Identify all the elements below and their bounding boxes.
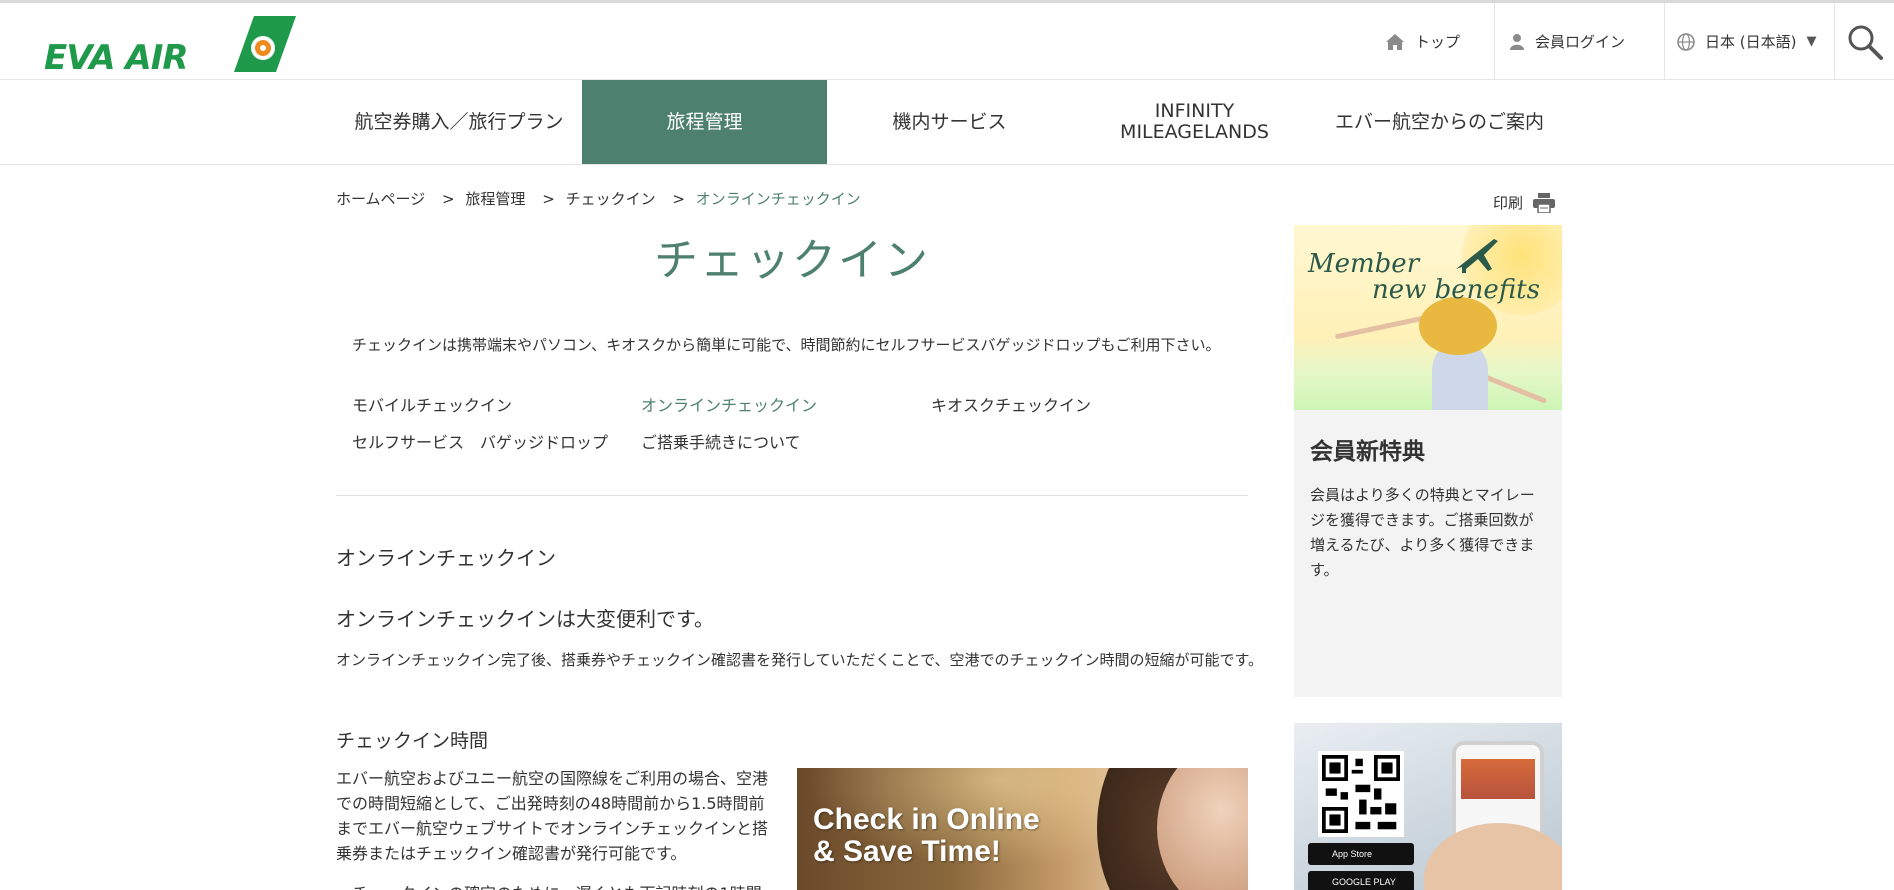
home-link-label: トップ: [1415, 33, 1461, 51]
banner-text: Check in Online & Save Time!: [813, 804, 1040, 868]
nav-item-manage-trip[interactable]: 旅程管理: [582, 80, 827, 164]
language-label: 日本 (日本語): [1705, 33, 1797, 51]
nav-item-infinity-mileagelands[interactable]: INFINITY MILEAGELANDS: [1072, 80, 1317, 164]
nav-item-infinity-line2: MILEAGELANDS: [1120, 121, 1269, 143]
phone-screen: [1461, 759, 1535, 799]
breadcrumb-manage-trip[interactable]: 旅程管理: [465, 190, 525, 208]
checkin-time-heading: チェックイン時間: [336, 730, 489, 752]
app-store-badge[interactable]: App Store: [1308, 843, 1414, 865]
search-icon: [1848, 25, 1883, 60]
page-title: チェックイン: [654, 235, 930, 286]
member-benefits-script: Member new benefits: [1308, 251, 1540, 303]
sublink-mobile-checkin[interactable]: モバイルチェックイン: [352, 392, 512, 416]
mobile-app-promo[interactable]: App Store GOOGLE PLAY: [1294, 723, 1562, 890]
card-title: 会員新特典: [1310, 439, 1425, 465]
breadcrumb-current: オンラインチェックイン: [695, 190, 861, 208]
home-link[interactable]: トップ: [1365, 3, 1494, 80]
language-selector[interactable]: 日本 (日本語) ▼: [1664, 3, 1834, 80]
app-store-label: App Store: [1332, 849, 1373, 859]
caret-down-icon: ▼: [1806, 34, 1817, 49]
banner-line1: Check in Online: [813, 803, 1040, 836]
member-benefits-image: Member new benefits: [1294, 225, 1562, 410]
breadcrumb-checkin[interactable]: チェックイン: [566, 190, 656, 208]
breadcrumb-home[interactable]: ホームページ: [336, 190, 425, 208]
script-line2: new benefits: [1372, 275, 1540, 305]
qr-code-icon: [1318, 751, 1404, 837]
search-button[interactable]: [1834, 3, 1894, 80]
user-icon: [1510, 33, 1524, 50]
lead-heading: オンラインチェックインは大変便利です。: [336, 607, 714, 631]
sublink-boarding-procedures[interactable]: ご搭乗手続きについて: [641, 429, 801, 453]
google-play-badge[interactable]: GOOGLE PLAY: [1308, 871, 1414, 890]
member-benefits-card[interactable]: Member new benefits 会員新特典 会員はより多くの特典とマイレ…: [1294, 225, 1562, 697]
eva-air-logo[interactable]: EVA AIR: [44, 16, 296, 78]
breadcrumb-separator: >: [672, 190, 685, 208]
breadcrumb: ホームページ > 旅程管理 > チェックイン > オンラインチェックイン: [336, 188, 861, 209]
breadcrumb-separator: >: [442, 190, 455, 208]
nav-item-about[interactable]: エバー航空からのご案内: [1317, 80, 1562, 164]
intro-text: チェックインは携帯端末やパソコン、キオスクから簡単に可能で、時間節約にセルフサー…: [352, 336, 1221, 354]
site-header: EVA AIR トップ 会員ログイン 日本 (日本語) ▼: [0, 3, 1894, 80]
sublink-online-checkin[interactable]: オンラインチェックイン: [641, 392, 817, 416]
nav-item-booking[interactable]: 航空券購入／旅行プラン: [336, 80, 582, 164]
checkin-online-banner[interactable]: Check in Online & Save Time!: [797, 768, 1248, 890]
logo-emblem-icon: [234, 16, 296, 72]
sublink-baggage-drop[interactable]: セルフサービス バゲッジドロップ: [352, 429, 608, 453]
checkin-time-note: ・チェックインの確定のために、遅くとも下記時刻の1時間前: [336, 880, 776, 890]
section-divider: [336, 495, 1248, 496]
printer-icon: [1533, 192, 1556, 213]
main-nav: 航空券購入／旅行プラン 旅程管理 機内サービス INFINITY MILEAGE…: [0, 80, 1894, 165]
sublink-kiosk-checkin[interactable]: キオスクチェックイン: [931, 392, 1091, 416]
section-title: オンラインチェックイン: [336, 546, 556, 570]
logo-wordmark: EVA AIR: [44, 38, 189, 78]
member-login-label: 会員ログイン: [1535, 33, 1626, 51]
nav-item-inflight[interactable]: 機内サービス: [827, 80, 1072, 164]
home-icon: [1386, 33, 1404, 50]
globe-icon: [1677, 32, 1695, 51]
lead-text: オンラインチェックイン完了後、搭乗券やチェックイン確認書を発行していただくことで…: [336, 651, 1264, 669]
nav-item-infinity-line1: INFINITY: [1154, 100, 1235, 123]
banner-face: [1157, 768, 1248, 890]
sun-hat: [1419, 297, 1497, 355]
card-text: 会員はより多くの特典とマイレージを獲得できます。ご搭乗回数が増えるたび、より多く…: [1310, 486, 1535, 579]
print-button[interactable]: 印刷: [1493, 192, 1556, 213]
google-play-label: GOOGLE PLAY: [1332, 877, 1396, 887]
hand-holding-phone: [1424, 823, 1562, 890]
breadcrumb-separator: >: [542, 190, 555, 208]
checkin-time-text: エバー航空およびユニー航空の国際線をご利用の場合、空港での時間短縮として、ご出発…: [336, 769, 769, 863]
print-label: 印刷: [1493, 194, 1524, 212]
banner-line2: & Save Time!: [813, 835, 1001, 868]
member-login-link[interactable]: 会員ログイン: [1494, 3, 1664, 80]
